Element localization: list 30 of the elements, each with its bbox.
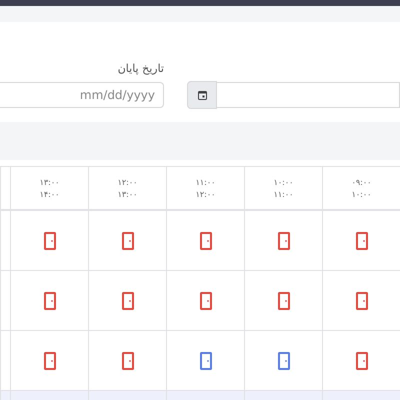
door-icon[interactable] (356, 352, 368, 370)
door-icon[interactable] (122, 352, 134, 370)
time-label: ۱۰:۰۰ (352, 190, 372, 198)
calendar-button[interactable] (187, 80, 217, 108)
door-icon[interactable] (200, 292, 212, 310)
door-icon[interactable] (278, 292, 290, 310)
time-label: ۱۲:۰۰ (196, 190, 216, 198)
time-label: ۱۰:۰۰ (274, 178, 294, 186)
door-icon[interactable] (44, 352, 56, 370)
door-icon[interactable] (356, 292, 368, 310)
door-icon[interactable] (122, 292, 134, 310)
time-label: ۱۴:۰۰ (40, 190, 60, 198)
door-icon[interactable] (44, 292, 56, 310)
door-icon[interactable] (200, 352, 212, 370)
time-label: ۱۱:۰۰ (274, 190, 294, 198)
end-date-label: تاریخ پایان (116, 62, 164, 75)
door-icon[interactable] (122, 232, 134, 250)
time-label: ۱۳:۰۰ (40, 178, 60, 186)
door-icon[interactable] (356, 232, 368, 250)
end-date-field[interactable]: mm/dd/yyyy (0, 82, 164, 108)
door-icon[interactable] (200, 232, 212, 250)
calendar-icon (198, 90, 206, 100)
door-icon[interactable] (278, 232, 290, 250)
door-icon[interactable] (44, 232, 56, 250)
door-icon[interactable] (278, 352, 290, 370)
time-label: ۱۳:۰۰ (118, 190, 138, 198)
time-label: ۰۹:۰۰ (352, 178, 372, 186)
time-label: ۱۱:۰۰ (196, 178, 216, 186)
start-date-field[interactable] (217, 82, 400, 108)
time-label: ۱۲:۰۰ (118, 178, 138, 186)
